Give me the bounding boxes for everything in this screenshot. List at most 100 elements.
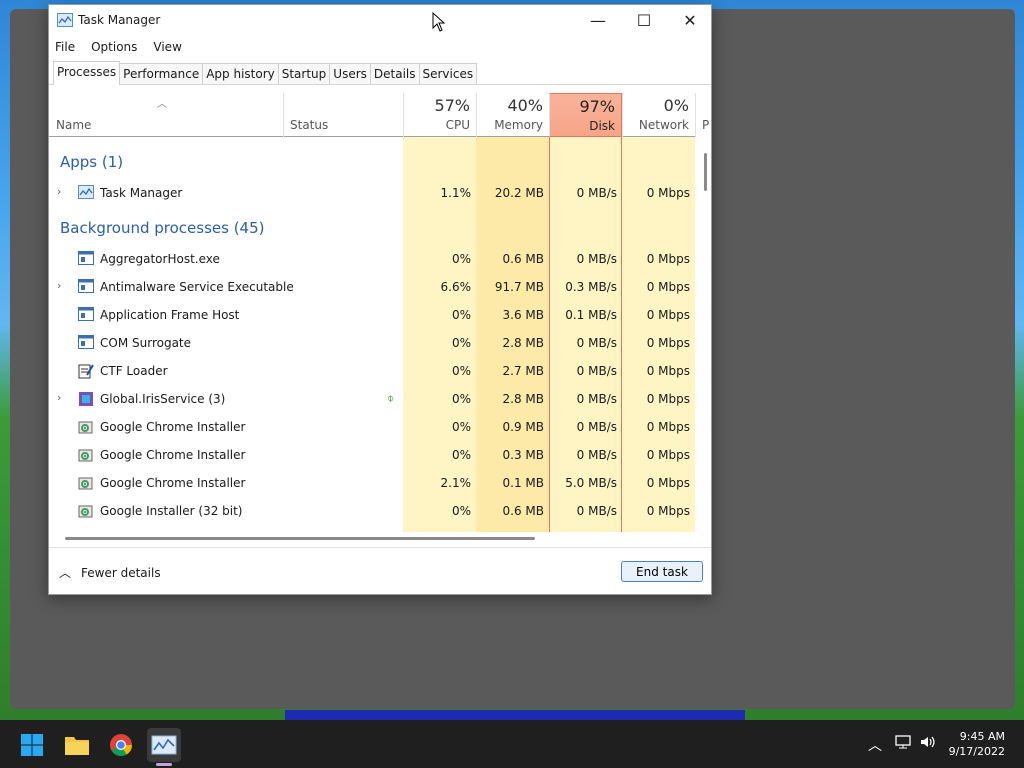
process-name: Google Installer (32 bit) <box>100 504 243 518</box>
table-row[interactable]: CTF Loader 0% 2.7 MB 0 MB/s 0 Mbps <box>49 357 695 385</box>
process-icon <box>78 419 94 435</box>
table-row[interactable]: › Task Manager 1.1% 20.2 MB 0 MB/s 0 Mbps <box>49 179 695 207</box>
process-icon <box>78 279 94 295</box>
cell-network: 0 Mbps <box>646 504 690 518</box>
process-icon <box>78 391 94 407</box>
cell-cpu: 0% <box>451 252 471 266</box>
process-icon <box>78 251 94 267</box>
process-name: Global.IrisService (3) <box>100 392 226 406</box>
chevron-right-icon[interactable]: › <box>57 185 61 198</box>
network-icon[interactable] <box>895 735 911 753</box>
volume-icon[interactable] <box>920 735 936 753</box>
cell-cpu: 0% <box>451 336 471 350</box>
cell-memory: 0.1 MB <box>502 476 544 490</box>
cell-network: 0 Mbps <box>646 448 690 462</box>
process-icon <box>78 363 94 379</box>
tab-performance[interactable]: Performance <box>119 63 204 85</box>
table-row[interactable]: AggregatorHost.exe 0% 0.6 MB 0 MB/s 0 Mbps <box>49 245 695 273</box>
task-manager-taskbar-icon <box>151 735 177 755</box>
taskbar: ︿ 9:45 AM 9/17/2022 <box>0 720 1024 768</box>
clock-time: 9:45 AM <box>959 730 1005 743</box>
cell-disk: 0 MB/s <box>576 252 617 266</box>
table-row[interactable]: Application Frame Host 0% 3.6 MB 0.1 MB/s 0 … <box>49 301 695 329</box>
desktop-strip <box>285 710 745 720</box>
cell-disk: 0 MB/s <box>576 336 617 350</box>
chrome-button[interactable] <box>104 728 138 762</box>
process-name: Application Frame Host <box>100 308 240 322</box>
windows-logo-icon <box>21 734 43 756</box>
file-explorer-button[interactable] <box>60 728 94 762</box>
process-icon <box>78 503 94 519</box>
table-row[interactable]: › Antimalware Service Executable 6.6% 91.7 … <box>49 273 695 301</box>
close-button[interactable]: ✕ <box>667 5 713 35</box>
end-task-button[interactable]: End task <box>621 561 703 582</box>
tab-app-history[interactable]: App history <box>202 63 279 85</box>
cell-cpu: 0% <box>451 504 471 518</box>
cell-cpu: 0% <box>451 364 471 378</box>
mouse-cursor-icon <box>432 12 446 32</box>
horizontal-scrollbar[interactable] <box>65 537 535 540</box>
column-header-name[interactable]: ︿ Name <box>49 93 283 137</box>
vertical-scrollbar[interactable] <box>704 153 707 191</box>
cell-cpu: 0% <box>451 308 471 322</box>
cell-network: 0 Mbps <box>646 364 690 378</box>
tab-details[interactable]: Details <box>369 63 420 85</box>
minimize-button[interactable]: — <box>575 5 621 35</box>
menu-bar: File Options View <box>49 35 711 59</box>
fewer-details-toggle[interactable]: ︿ Fewer details <box>59 564 161 581</box>
chevron-right-icon[interactable]: › <box>57 279 61 292</box>
efficiency-leaf-icon: ⌽ <box>387 391 395 405</box>
group-apps[interactable]: Apps (1) <box>60 153 123 171</box>
process-name: Google Chrome Installer <box>100 420 246 434</box>
fewer-details-label: Fewer details <box>81 565 161 580</box>
taskbar-clock[interactable]: 9:45 AM 9/17/2022 <box>949 729 1005 759</box>
column-header-disk[interactable]: 97% Disk <box>549 93 622 137</box>
menu-options[interactable]: Options <box>91 40 137 54</box>
column-header-network[interactable]: 0% Network <box>622 93 695 137</box>
cell-network: 0 Mbps <box>646 252 690 266</box>
column-header-cpu[interactable]: 57% CPU <box>403 93 476 137</box>
column-header-power[interactable]: Po <box>695 93 709 137</box>
cell-disk: 0.1 MB/s <box>565 308 617 322</box>
tab-startup[interactable]: Startup <box>277 63 331 85</box>
cell-cpu: 2.1% <box>440 476 472 490</box>
maximize-button[interactable]: ☐ <box>621 5 667 35</box>
tab-processes[interactable]: Processes <box>53 61 121 85</box>
cell-memory: 2.8 MB <box>502 336 544 350</box>
chrome-icon <box>110 734 132 756</box>
cell-network: 0 Mbps <box>646 186 690 200</box>
process-name: Google Chrome Installer <box>100 448 246 462</box>
chevron-right-icon[interactable]: › <box>57 391 61 404</box>
tab-divider <box>49 84 711 85</box>
table-row[interactable]: Google Chrome Installer 0% 0.9 MB 0 MB/s 0 M… <box>49 413 695 441</box>
chevron-up-tray-icon[interactable]: ︿ <box>868 735 882 755</box>
cell-disk: 0 MB/s <box>576 364 617 378</box>
table-row[interactable]: › Global.IrisService (3) ⌽ 0% 2.8 MB 0 MB/s 0 … <box>49 385 695 413</box>
column-header-status[interactable]: Status <box>283 93 403 137</box>
cell-disk: 0.3 MB/s <box>565 280 617 294</box>
process-icon <box>78 475 94 491</box>
cell-cpu: 6.6% <box>440 280 472 294</box>
process-name: CTF Loader <box>100 364 168 378</box>
task-manager-taskbar-button[interactable] <box>147 728 181 762</box>
process-icon <box>78 185 94 201</box>
cell-memory: 0.9 MB <box>502 420 544 434</box>
table-row[interactable]: COM Surrogate 0% 2.8 MB 0 MB/s 0 Mbps <box>49 329 695 357</box>
table-row[interactable]: Google Chrome Installer 0% 0.3 MB 0 MB/s 0 M… <box>49 441 695 469</box>
process-icon <box>78 307 94 323</box>
table-row[interactable]: Google Chrome Installer 2.1% 0.1 MB 5.0 MB/… <box>49 469 695 497</box>
title-bar[interactable]: Task Manager — ☐ ✕ <box>49 5 711 35</box>
column-header-memory[interactable]: 40% Memory <box>476 93 549 137</box>
cell-disk: 0 MB/s <box>576 448 617 462</box>
menu-file[interactable]: File <box>55 40 75 54</box>
start-button[interactable] <box>15 728 49 762</box>
tab-services[interactable]: Services <box>418 63 478 85</box>
cell-memory: 91.7 MB <box>494 280 544 294</box>
task-manager-window: Task Manager — ☐ ✕ File Options View Pro… <box>48 4 712 595</box>
menu-view[interactable]: View <box>153 40 181 54</box>
table-row[interactable]: Google Installer (32 bit) 0% 0.6 MB 0 MB/s 0… <box>49 497 695 525</box>
group-background[interactable]: Background processes (45) <box>60 219 265 237</box>
cell-memory: 20.2 MB <box>494 186 544 200</box>
tab-users[interactable]: Users <box>329 63 371 85</box>
cell-memory: 0.6 MB <box>502 252 544 266</box>
